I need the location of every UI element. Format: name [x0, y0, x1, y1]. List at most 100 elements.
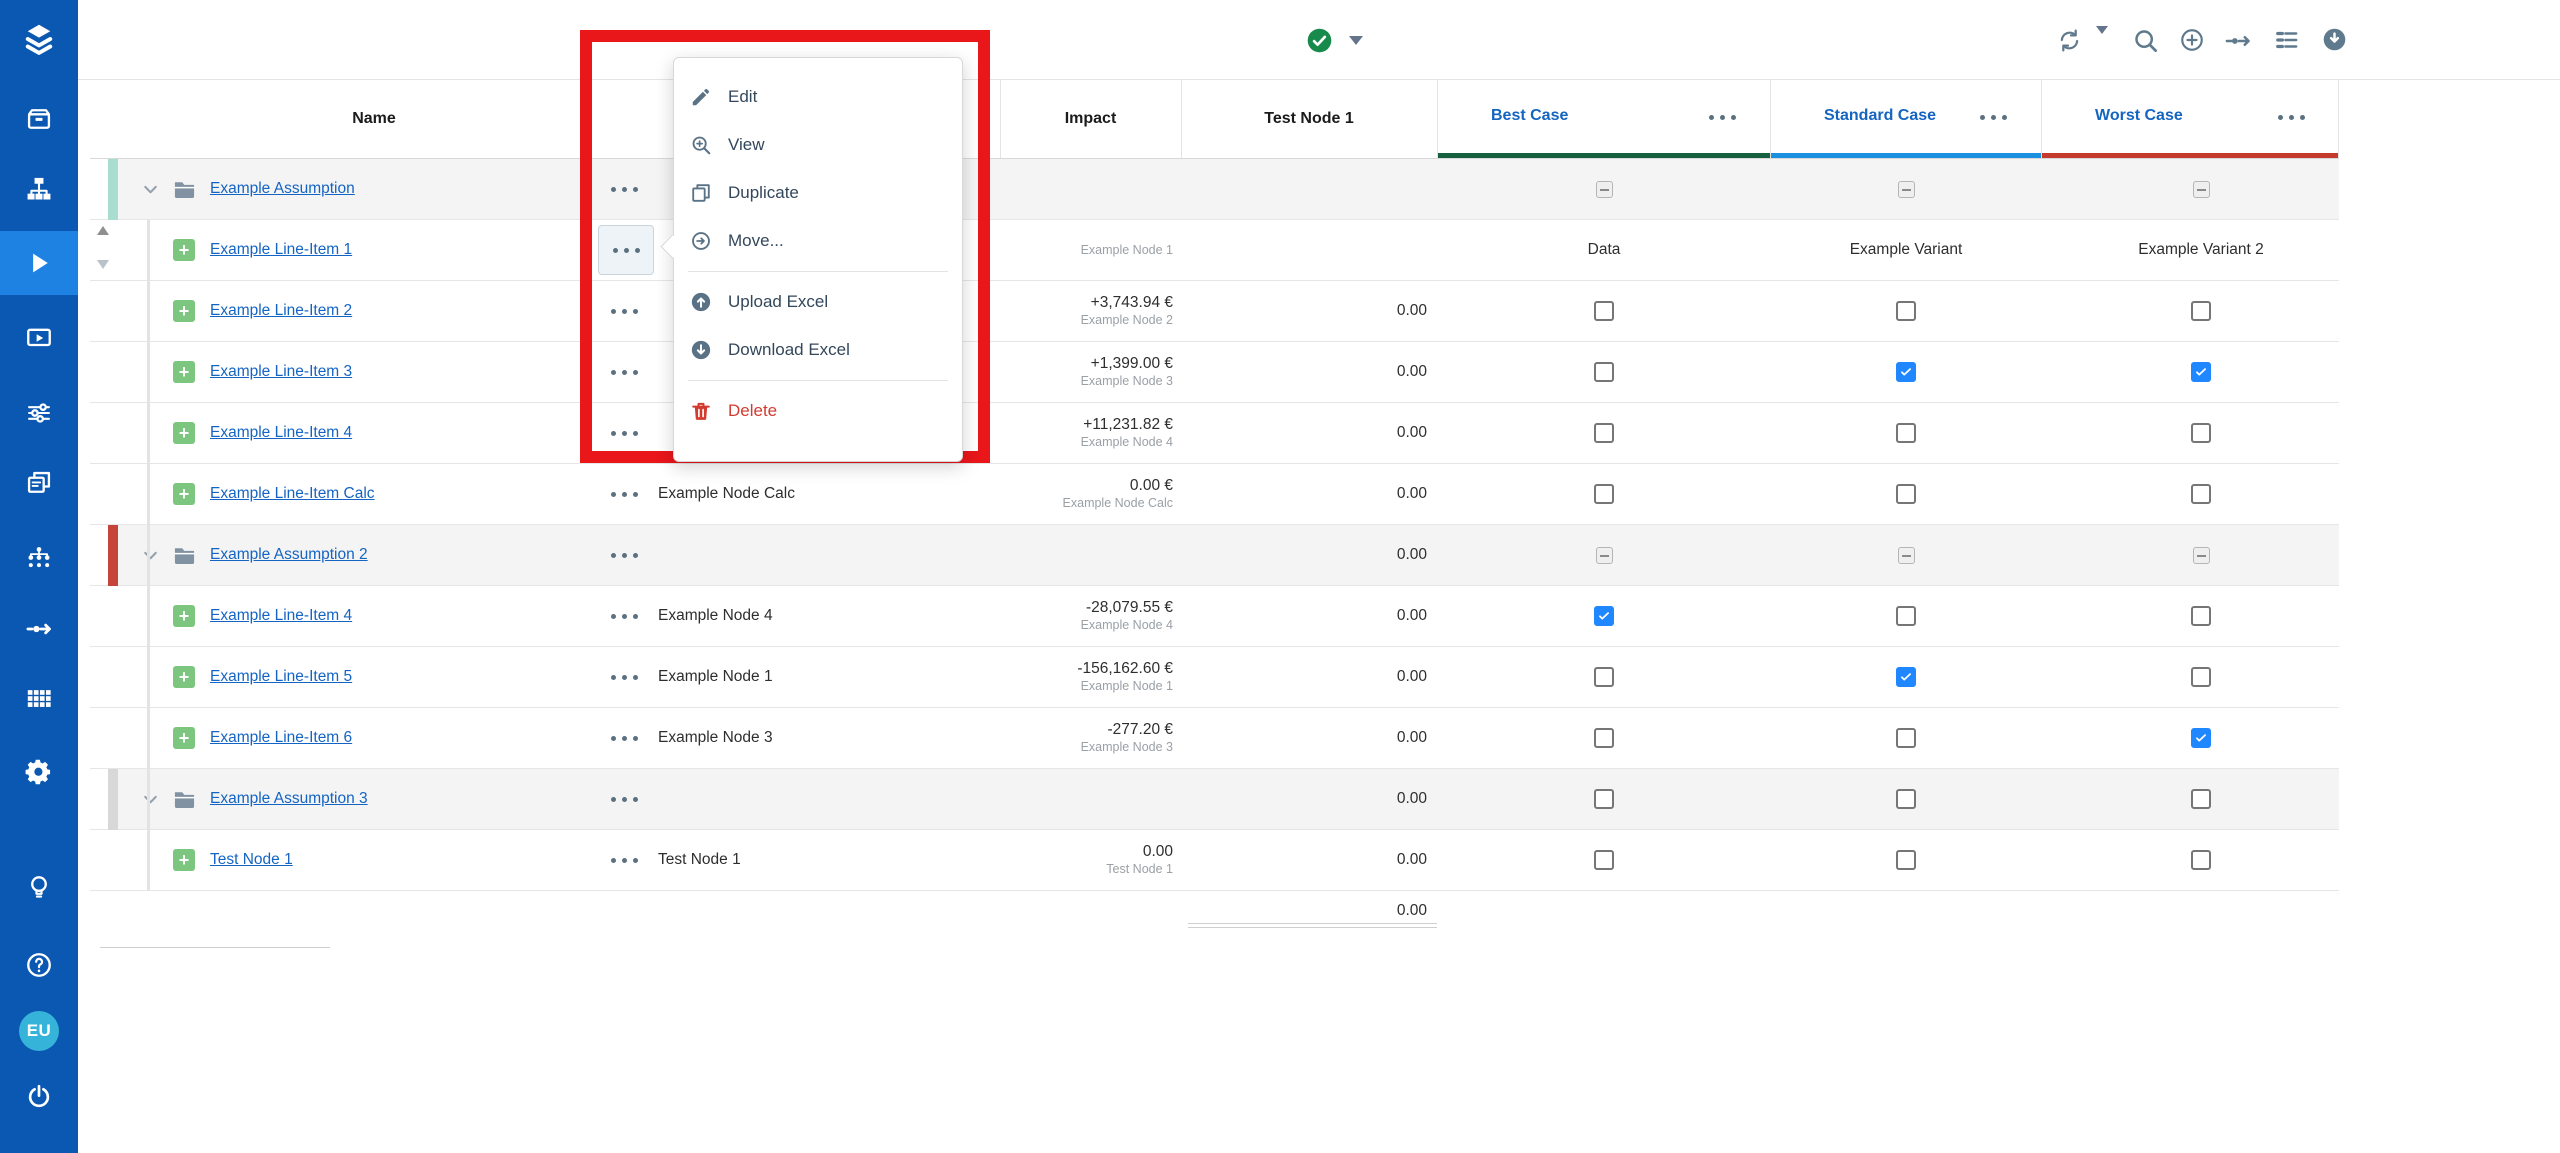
scenario-checkbox-unchecked[interactable]: [2191, 789, 2211, 809]
row-name-link[interactable]: Example Line-Item 5: [210, 647, 352, 707]
row-actions-button[interactable]: [611, 431, 638, 436]
scenario-name-link[interactable]: Best Case: [1491, 79, 1568, 153]
sidebar-item-sliders[interactable]: [0, 381, 78, 445]
row-actions-dots[interactable]: [613, 248, 640, 253]
row-name-link[interactable]: Example Assumption 2: [210, 525, 368, 585]
sidebar-item-avatar[interactable]: EU: [0, 999, 78, 1063]
scenario-checkbox-unchecked[interactable]: [1594, 484, 1614, 504]
scenario-checkbox-unchecked[interactable]: [1594, 850, 1614, 870]
row-actions-button[interactable]: [611, 553, 638, 558]
scenario-checkbox-unchecked[interactable]: [1896, 423, 1916, 443]
row-actions-button[interactable]: [611, 736, 638, 741]
menu-item-upload-excel[interactable]: Upload Excel: [674, 278, 962, 326]
avatar[interactable]: EU: [19, 1011, 59, 1051]
row-name-link[interactable]: Example Line-Item Calc: [210, 464, 375, 524]
sidebar-item-transition[interactable]: [0, 597, 78, 661]
scenario-checkbox-indeterminate[interactable]: [1596, 547, 1613, 564]
scenario-checkbox-unchecked[interactable]: [2191, 301, 2211, 321]
status-dropdown-caret-icon[interactable]: [1349, 36, 1363, 45]
scenario-checkbox-unchecked[interactable]: [1896, 484, 1916, 504]
scenario-menu-button[interactable]: [1709, 115, 1736, 120]
menu-item-edit[interactable]: Edit: [674, 73, 962, 121]
scenario-checkbox-unchecked[interactable]: [1896, 850, 1916, 870]
chevron-down-icon[interactable]: [140, 769, 161, 829]
menu-item-delete[interactable]: Delete: [674, 387, 962, 435]
scenario-checkbox-indeterminate[interactable]: [2193, 547, 2210, 564]
chevron-down-icon[interactable]: [140, 159, 161, 219]
scenario-checkbox-unchecked[interactable]: [2191, 667, 2211, 687]
chevron-down-icon[interactable]: [140, 525, 161, 585]
row-actions-button[interactable]: [611, 675, 638, 680]
sidebar-item-power[interactable]: [0, 1065, 78, 1129]
sidebar-item-org-chart[interactable]: [0, 157, 78, 221]
row-actions-button[interactable]: [611, 858, 638, 863]
sort-up-arrow-icon[interactable]: [97, 226, 109, 235]
scenario-checkbox-unchecked[interactable]: [1594, 667, 1614, 687]
row-name-link[interactable]: Example Line-Item 1: [210, 220, 352, 280]
menu-item-duplicate[interactable]: Duplicate: [674, 169, 962, 217]
jump-to-icon[interactable]: [2224, 27, 2252, 60]
menu-item-view[interactable]: View: [674, 121, 962, 169]
row-actions-button-active[interactable]: [598, 225, 654, 275]
scenario-checkbox-unchecked[interactable]: [2191, 850, 2211, 870]
sidebar-item-gear[interactable]: [0, 740, 78, 804]
scenario-checkbox-checked[interactable]: [1896, 667, 1916, 687]
list-view-icon[interactable]: [2274, 27, 2300, 58]
scenario-checkbox-unchecked[interactable]: [1896, 728, 1916, 748]
scenario-checkbox-unchecked[interactable]: [1594, 789, 1614, 809]
row-name-link[interactable]: Example Assumption: [210, 159, 355, 219]
scenario-checkbox-indeterminate[interactable]: [2193, 181, 2210, 198]
sidebar-item-layers-logo[interactable]: [0, 7, 78, 71]
row-name-link[interactable]: Example Line-Item 2: [210, 281, 352, 341]
scenario-menu-button[interactable]: [1980, 115, 2007, 120]
scenario-checkbox-checked[interactable]: [2191, 362, 2211, 382]
menu-item-move[interactable]: Move...: [674, 217, 962, 265]
row-actions-button[interactable]: [611, 614, 638, 619]
scenario-name-link[interactable]: Standard Case: [1824, 79, 1936, 153]
scenario-checkbox-unchecked[interactable]: [1896, 606, 1916, 626]
row-name-link[interactable]: Example Line-Item 4: [210, 403, 352, 463]
scenario-checkbox-unchecked[interactable]: [2191, 484, 2211, 504]
scenario-checkbox-indeterminate[interactable]: [1898, 547, 1915, 564]
scenario-checkbox-unchecked[interactable]: [1896, 789, 1916, 809]
menu-item-download-excel[interactable]: Download Excel: [674, 326, 962, 374]
row-actions-button[interactable]: [611, 370, 638, 375]
row-actions-button[interactable]: [611, 492, 638, 497]
scenario-checkbox-checked[interactable]: [1594, 606, 1614, 626]
refresh-icon[interactable]: [2056, 27, 2083, 59]
scenario-menu-button[interactable]: [2278, 115, 2305, 120]
sidebar-item-network[interactable]: [0, 525, 78, 589]
sidebar-item-play[interactable]: [0, 231, 78, 295]
sidebar-item-video-player[interactable]: [0, 306, 78, 370]
zoom-in-icon[interactable]: [2179, 27, 2205, 58]
scenario-name-link[interactable]: Worst Case: [2095, 79, 2183, 153]
sort-down-arrow-icon[interactable]: [97, 260, 109, 269]
scenario-checkbox-unchecked[interactable]: [1594, 301, 1614, 321]
scenario-checkbox-unchecked[interactable]: [1594, 423, 1614, 443]
scenario-checkbox-unchecked[interactable]: [1594, 362, 1614, 382]
scenario-checkbox-unchecked[interactable]: [2191, 606, 2211, 626]
sidebar-item-archive[interactable]: [0, 87, 78, 151]
scenario-checkbox-indeterminate[interactable]: [1596, 181, 1613, 198]
scenario-checkbox-checked[interactable]: [1896, 362, 1916, 382]
search-icon[interactable]: [2132, 27, 2159, 59]
scenario-checkbox-unchecked[interactable]: [2191, 423, 2211, 443]
sidebar-item-lightbulb[interactable]: [0, 855, 78, 919]
row-name-link[interactable]: Example Assumption 3: [210, 769, 368, 829]
scenario-checkbox-unchecked[interactable]: [1594, 728, 1614, 748]
row-name-link[interactable]: Example Line-Item 6: [210, 708, 352, 768]
refresh-dropdown-caret[interactable]: [2096, 34, 2108, 52]
row-actions-button[interactable]: [611, 187, 638, 192]
row-actions-button[interactable]: [611, 309, 638, 314]
sheet-status[interactable]: [1306, 27, 1363, 54]
scenario-checkbox-indeterminate[interactable]: [1898, 181, 1915, 198]
sidebar-item-help[interactable]: [0, 933, 78, 997]
row-name-link[interactable]: Example Line-Item 4: [210, 586, 352, 646]
download-icon[interactable]: [2321, 26, 2348, 58]
row-actions-button[interactable]: [611, 797, 638, 802]
sidebar-item-grid[interactable]: [0, 667, 78, 731]
scenario-checkbox-checked[interactable]: [2191, 728, 2211, 748]
row-name-link[interactable]: Test Node 1: [210, 830, 293, 890]
row-name-link[interactable]: Example Line-Item 3: [210, 342, 352, 402]
sidebar-item-copy[interactable]: [0, 451, 78, 515]
